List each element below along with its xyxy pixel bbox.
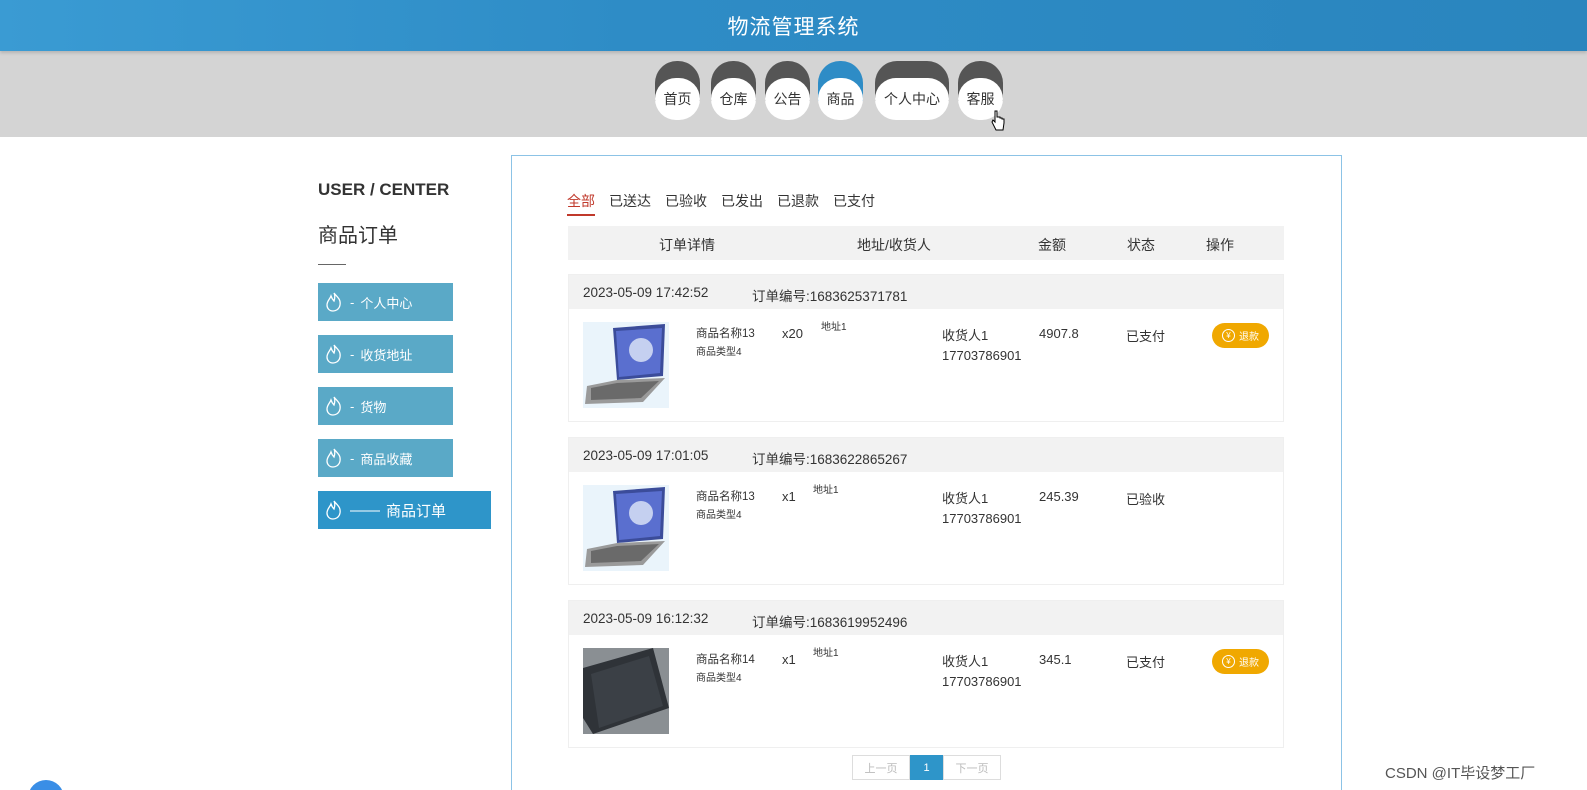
receiver: 收货人1 17703786901 (942, 491, 1022, 526)
col-action: 操作 (1206, 237, 1234, 253)
sidebar-item-label: 收货地址 (360, 347, 413, 363)
sidebar-item-label: 个人中心 (360, 295, 413, 311)
order-number: 订单编号:1683622865267 (752, 452, 908, 467)
address: 地址1 (813, 485, 839, 496)
product-name: 商品名称13 (696, 491, 755, 503)
product-type: 商品类型4 (696, 510, 742, 521)
sidebar-item-address[interactable]: - 收货地址 (318, 335, 453, 373)
product-type: 商品类型4 (696, 347, 742, 358)
app-header: 物流管理系统 (0, 0, 1587, 51)
tab-accepted[interactable]: 已验收 (665, 191, 707, 216)
sidebar-item-orders[interactable]: —— 商品订单 (318, 491, 491, 529)
flame-icon (326, 500, 341, 520)
flame-icon (326, 344, 341, 364)
order-date: 2023-05-09 17:01:05 (583, 448, 709, 463)
laptop-icon[interactable] (583, 485, 669, 571)
order-row: 2023-05-09 16:12:32 订单编号:1683619952496 商… (568, 600, 1284, 748)
quantity: x1 (782, 489, 796, 504)
orders-table-header: 订单详情 地址/收货人 金额 状态 操作 (568, 226, 1284, 260)
tab-shipped[interactable]: 已发出 (721, 191, 763, 216)
order-date: 2023-05-09 16:12:32 (583, 611, 709, 626)
yen-icon: ¥ (1222, 655, 1235, 668)
tab-refunded[interactable]: 已退款 (777, 191, 819, 216)
nav-home[interactable]: 首页 (655, 61, 700, 120)
tab-paid[interactable]: 已支付 (833, 191, 875, 216)
col-details: 订单详情 (659, 237, 715, 253)
next-page-button[interactable]: 下一页 (943, 755, 1001, 780)
order-row: 2023-05-09 17:42:52 订单编号:1683625371781 商… (568, 274, 1284, 422)
tab-all[interactable]: 全部 (567, 191, 595, 216)
amount: 345.1 (1039, 652, 1072, 667)
receiver: 收货人1 17703786901 (942, 654, 1022, 689)
amount: 4907.8 (1039, 326, 1079, 341)
quantity: x1 (782, 652, 796, 667)
address: 地址1 (813, 648, 839, 659)
col-status: 状态 (1127, 237, 1155, 253)
sidebar-item-label: 商品订单 (386, 502, 447, 520)
nav-user-center[interactable]: 个人中心 (875, 61, 949, 120)
flame-icon (326, 396, 341, 416)
product-name: 商品名称14 (696, 654, 755, 666)
sidebar-item-goods[interactable]: - 货物 (318, 387, 453, 425)
sidebar-title: USER / CENTER (318, 180, 450, 199)
status-badge: 已支付 (1126, 655, 1166, 670)
order-date: 2023-05-09 17:42:52 (583, 285, 709, 300)
status-badge: 已支付 (1126, 329, 1166, 344)
sidebar-divider (318, 264, 346, 265)
amount: 245.39 (1039, 489, 1079, 504)
status-badge: 已验收 (1126, 492, 1166, 507)
sidebar-item-favorites[interactable]: - 商品收藏 (318, 439, 453, 477)
closed-laptop-icon[interactable] (583, 648, 669, 734)
flame-icon (326, 448, 341, 468)
tab-delivered[interactable]: 已送达 (609, 191, 651, 216)
order-row: 2023-05-09 17:01:05 订单编号:1683622865267 商… (568, 437, 1284, 585)
laptop-icon[interactable] (583, 322, 669, 408)
prev-page-button[interactable]: 上一页 (852, 755, 910, 780)
order-number: 订单编号:1683625371781 (752, 289, 908, 304)
receiver: 收货人1 17703786901 (942, 328, 1022, 363)
sidebar-subtitle: 商品订单 (318, 225, 398, 247)
nav-warehouse[interactable]: 仓库 (711, 61, 756, 120)
nav-products[interactable]: 商品 (818, 61, 863, 120)
floating-button[interactable] (28, 780, 64, 790)
order-number: 订单编号:1683619952496 (752, 615, 908, 630)
col-amount: 金额 (1038, 237, 1066, 253)
col-address: 地址/收货人 (857, 237, 931, 253)
pagination: 上一页 1 下一页 (852, 755, 1001, 780)
sidebar-item-label: 商品收藏 (360, 451, 413, 467)
product-name: 商品名称13 (696, 328, 755, 340)
app-title: 物流管理系统 (727, 15, 860, 39)
sidebar-item-user-center[interactable]: - 个人中心 (318, 283, 453, 321)
order-status-tabs: 全部 已送达 已验收 已发出 已退款 已支付 (567, 191, 889, 216)
sidebar-item-label: 货物 (360, 399, 387, 415)
watermark: CSDN @IT毕设梦工厂 (1385, 765, 1536, 782)
nav-notice[interactable]: 公告 (765, 61, 810, 120)
refund-button[interactable]: ¥ 退款 (1212, 649, 1269, 674)
product-type: 商品类型4 (696, 673, 742, 684)
main-nav: 首页 仓库 公告 商品 个人中心 客服 (0, 51, 1587, 137)
quantity: x20 (782, 326, 803, 341)
hand-cursor-icon (991, 110, 1005, 131)
flame-icon (326, 292, 341, 312)
refund-button[interactable]: ¥ 退款 (1212, 323, 1269, 348)
address: 地址1 (821, 322, 847, 333)
page-1-button[interactable]: 1 (910, 755, 943, 780)
yen-icon: ¥ (1222, 329, 1235, 342)
